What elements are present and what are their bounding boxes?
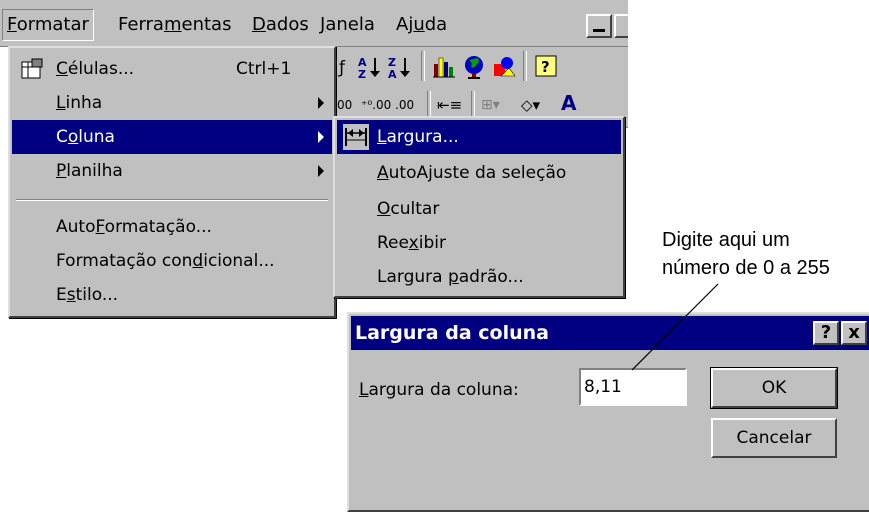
map-icon[interactable] xyxy=(461,54,487,80)
menu-bar: Formatar Ferramentas Dados Janela Ajuda xyxy=(0,0,628,47)
menu-separator xyxy=(16,199,328,201)
comma-style-icon[interactable]: 00 xyxy=(337,95,352,115)
submenu-arrow-icon xyxy=(318,97,324,109)
help-button[interactable]: ? xyxy=(813,321,839,345)
submenu-item-autoajuste[interactable]: AutoAjuste da seleção xyxy=(337,156,621,190)
minimize-icon xyxy=(593,29,605,32)
menu-item-celulas[interactable]: Células... Ctrl+1 xyxy=(12,52,332,86)
svg-text:?: ? xyxy=(541,58,550,76)
annotation-line-2: número de 0 a 255 xyxy=(662,257,830,279)
restore-button[interactable] xyxy=(614,14,628,38)
sort-descending-icon[interactable]: Z A xyxy=(387,54,413,80)
toolbar-separator xyxy=(523,51,527,81)
menu-ajuda[interactable]: Ajuda xyxy=(392,10,451,40)
shortcut-label: Ctrl+1 xyxy=(236,59,292,79)
menu-item-autoformatacao[interactable]: AutoFormatação... xyxy=(12,210,332,244)
function-icon[interactable]: ƒ xyxy=(339,58,345,78)
menu-ferramentas[interactable]: Ferramentas xyxy=(114,10,235,40)
submenu-item-ocultar[interactable]: Ocultar xyxy=(337,192,621,226)
column-width-icon xyxy=(343,124,369,150)
decrease-decimal-icon[interactable]: .00 xyxy=(395,95,414,115)
formatar-menu: Células... Ctrl+1 Linha Coluna Planilha … xyxy=(8,46,336,318)
close-icon: x xyxy=(848,322,860,343)
svg-text:A: A xyxy=(388,68,397,80)
close-button[interactable]: x xyxy=(841,321,867,345)
dialog-title: Largura da coluna xyxy=(355,322,549,344)
annotation-text: Digite aqui um número de 0 a 255 xyxy=(662,226,830,282)
largura-label: Largura da coluna: xyxy=(359,380,519,400)
toolbar-separator xyxy=(421,51,425,81)
cancel-button[interactable]: Cancelar xyxy=(711,418,837,458)
dialog-title-bar[interactable]: Largura da coluna ? x xyxy=(351,316,869,350)
annotation-line-1: Digite aqui um xyxy=(662,229,790,251)
coluna-submenu: Largura... AutoAjuste da seleção Ocultar… xyxy=(333,116,625,298)
submenu-item-reexibir[interactable]: Reexibir xyxy=(337,226,621,260)
toolbar-separator xyxy=(471,91,475,119)
format-cells-icon xyxy=(21,58,43,79)
menu-formatar[interactable]: Formatar xyxy=(2,9,94,41)
menu-janela[interactable]: Janela xyxy=(316,10,379,40)
font-color-icon[interactable]: A xyxy=(561,93,576,113)
menu-dados[interactable]: Dados xyxy=(248,10,313,40)
menu-item-linha[interactable]: Linha xyxy=(12,86,332,120)
drawing-icon[interactable] xyxy=(491,54,517,80)
submenu-item-largura[interactable]: Largura... xyxy=(337,120,621,154)
submenu-arrow-icon xyxy=(318,131,324,143)
minimize-button[interactable] xyxy=(586,14,612,38)
submenu-arrow-icon xyxy=(318,165,324,177)
office-assistant-icon[interactable]: ? xyxy=(533,53,559,79)
indent-icon[interactable]: ⇤≡ xyxy=(437,95,462,115)
largura-input[interactable] xyxy=(579,368,687,406)
increase-decimal-icon[interactable]: ⁺⁰.00 xyxy=(361,95,391,115)
svg-text:Z: Z xyxy=(358,68,366,80)
toolbar-separator xyxy=(427,91,431,119)
menu-item-coluna[interactable]: Coluna xyxy=(12,120,332,154)
sort-ascending-icon[interactable]: A Z xyxy=(357,54,383,80)
menu-item-planilha[interactable]: Planilha xyxy=(12,154,332,188)
borders-icon[interactable]: ⊞▾ xyxy=(481,95,500,115)
chart-wizard-icon[interactable] xyxy=(431,54,457,80)
help-icon: ? xyxy=(820,322,832,343)
fill-color-icon[interactable]: ◇▾ xyxy=(521,95,540,115)
ok-button[interactable]: OK xyxy=(710,367,838,409)
menu-item-formatacao-condicional[interactable]: Formatação condicional... xyxy=(12,244,332,278)
submenu-item-largura-padrao[interactable]: Largura padrão... xyxy=(337,260,621,294)
menu-item-estilo[interactable]: Estilo... xyxy=(12,278,332,312)
largura-coluna-dialog: Largura da coluna ? x Largura da coluna:… xyxy=(347,312,869,512)
